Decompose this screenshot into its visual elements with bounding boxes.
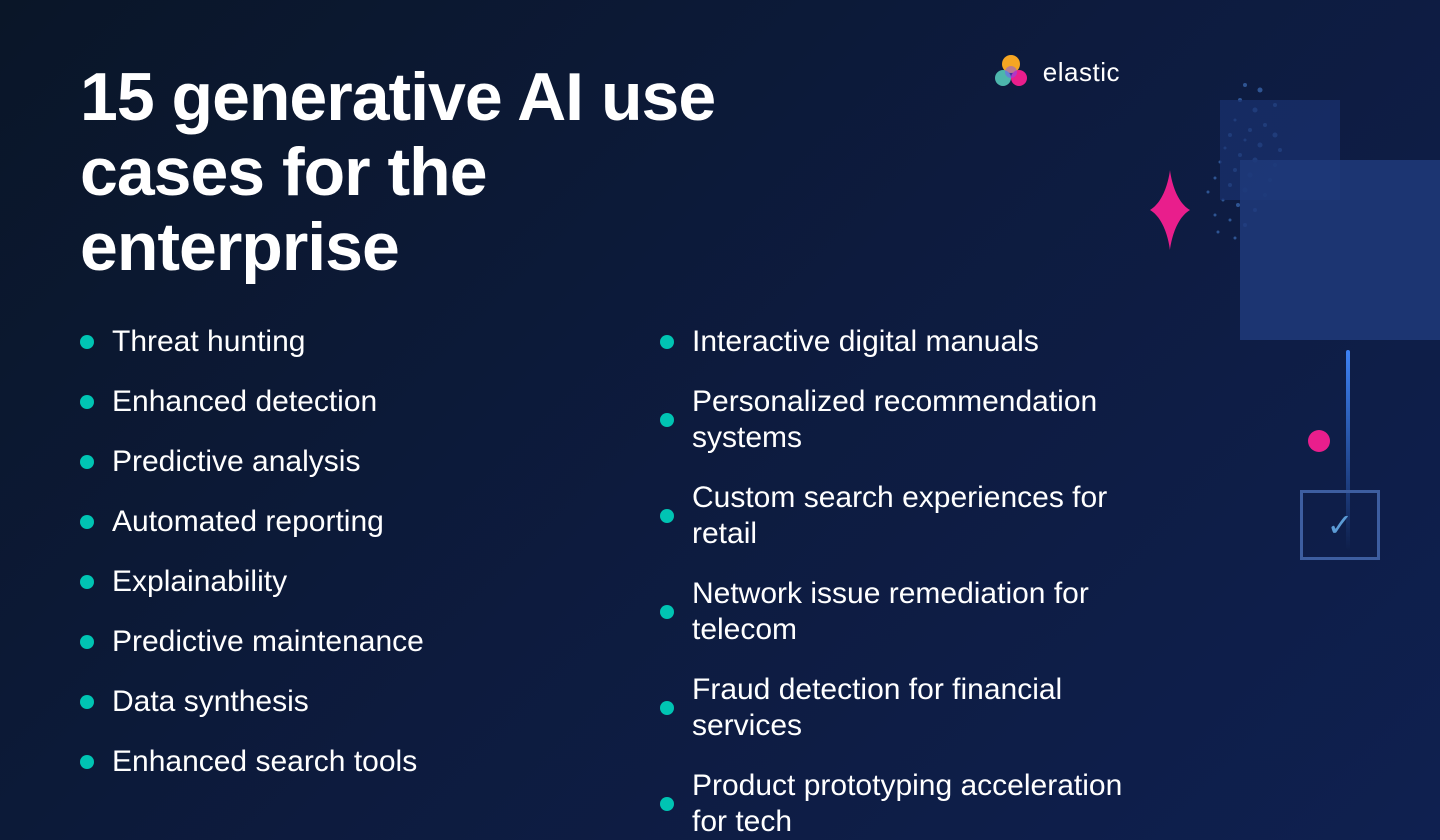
lists-container: Threat hunting Enhanced detection Predicti… (80, 324, 1370, 840)
list-item: Predictive analysis (80, 444, 580, 480)
list-item: Personalized recommendation systems (660, 384, 1160, 456)
list-item: Custom search experiences for retail (660, 480, 1160, 552)
item-label: Explainability (112, 564, 287, 600)
bullet-icon (660, 797, 674, 811)
bullet-icon (660, 605, 674, 619)
item-label: Network issue remediation for telecom (692, 576, 1160, 648)
list-item: Threat hunting (80, 324, 580, 360)
list-item: Enhanced detection (80, 384, 580, 420)
item-label: Predictive analysis (112, 444, 360, 480)
bullet-icon (80, 335, 94, 349)
item-label: Product prototyping acceleration for tec… (692, 768, 1160, 840)
item-label: Enhanced search tools (112, 744, 417, 780)
item-label: Threat hunting (112, 324, 305, 360)
bullet-icon (80, 455, 94, 469)
bullet-icon (80, 395, 94, 409)
list-item: Product prototyping acceleration for tec… (660, 768, 1160, 840)
right-list-column: Interactive digital manuals Personalized … (660, 324, 1160, 840)
list-item: Explainability (80, 564, 580, 600)
left-list-column: Threat hunting Enhanced detection Predicti… (80, 324, 580, 840)
item-label: Personalized recommendation systems (692, 384, 1160, 456)
bullet-icon (660, 413, 674, 427)
bullet-icon (80, 755, 94, 769)
item-label: Enhanced detection (112, 384, 377, 420)
item-label: Data synthesis (112, 684, 309, 720)
page-container: ✓ elastic 15 generative AI use cases for… (0, 0, 1440, 840)
list-item: Data synthesis (80, 684, 580, 720)
list-item: Automated reporting (80, 504, 580, 540)
bullet-icon (660, 509, 674, 523)
list-item: Predictive maintenance (80, 624, 580, 660)
list-item: Fraud detection for financial services (660, 672, 1160, 744)
bullet-icon (80, 575, 94, 589)
list-item: Interactive digital manuals (660, 324, 1160, 360)
list-item: Enhanced search tools (80, 744, 580, 780)
list-item: Network issue remediation for telecom (660, 576, 1160, 648)
bullet-icon (660, 335, 674, 349)
bullet-icon (80, 695, 94, 709)
item-label: Fraud detection for financial services (692, 672, 1160, 744)
page-title: 15 generative AI use cases for the enter… (80, 60, 780, 284)
item-label: Automated reporting (112, 504, 384, 540)
bullet-icon (80, 515, 94, 529)
item-label: Predictive maintenance (112, 624, 424, 660)
bullet-icon (80, 635, 94, 649)
item-label: Custom search experiences for retail (692, 480, 1160, 552)
bullet-icon (660, 701, 674, 715)
item-label: Interactive digital manuals (692, 324, 1039, 360)
main-content: 15 generative AI use cases for the enter… (0, 0, 1440, 840)
